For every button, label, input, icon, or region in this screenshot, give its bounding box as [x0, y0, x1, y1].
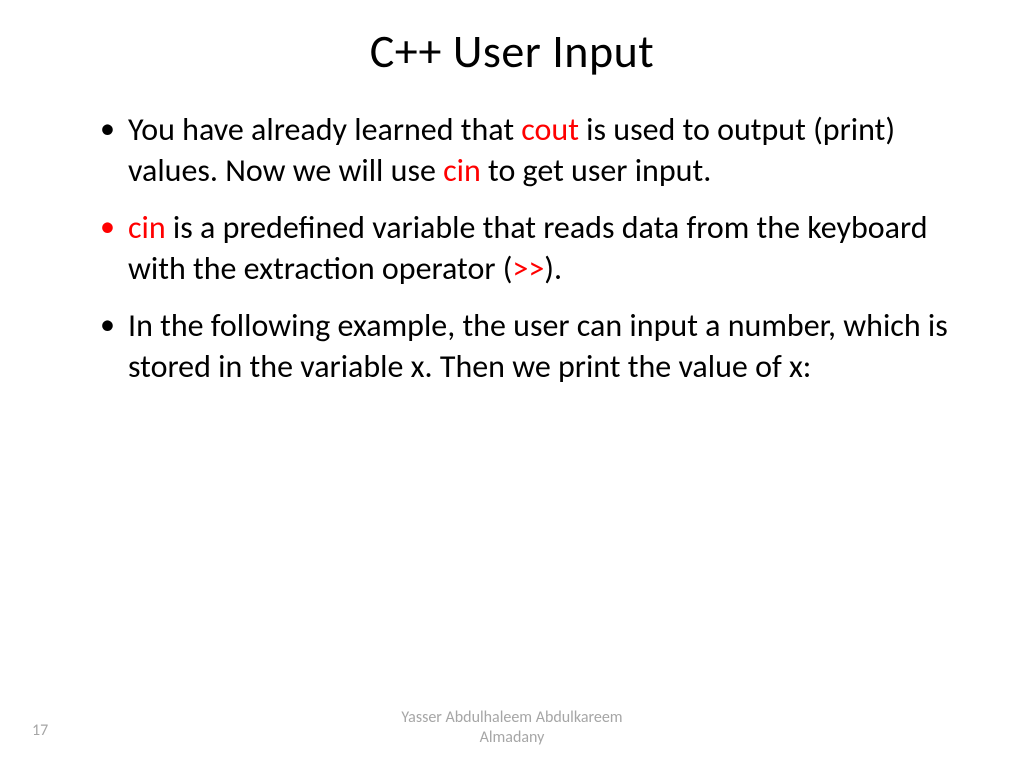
- keyword-cin: cin: [128, 208, 166, 247]
- slide: C++ User Input You have already learned …: [0, 0, 1024, 768]
- page-number: 17: [32, 721, 48, 740]
- bullet-item-3: In the following example, the user can i…: [100, 306, 959, 388]
- author-line: Yasser Abdulhaleem Abdulkareem: [0, 708, 1024, 728]
- operator-extraction: >>: [512, 249, 544, 288]
- author-line: Almadany: [0, 728, 1024, 748]
- keyword-cout: cout: [521, 110, 579, 149]
- text-run: ).: [544, 249, 562, 288]
- slide-content: You have already learned that cout is us…: [0, 80, 1024, 388]
- slide-title: C++ User Input: [0, 0, 1024, 80]
- text-run: You have already learned that: [128, 110, 521, 149]
- slide-footer: 17 Yasser Abdulhaleem Abdulkareem Almada…: [0, 708, 1024, 748]
- text-run: In the following example, the user can i…: [128, 306, 948, 386]
- text-run: to get user input.: [481, 151, 711, 190]
- author-credit: Yasser Abdulhaleem Abdulkareem Almadany: [0, 708, 1024, 748]
- bullet-item-1: You have already learned that cout is us…: [100, 110, 959, 192]
- keyword-cin: cin: [443, 151, 481, 190]
- bullet-item-2: cin is a predefined variable that reads …: [100, 208, 959, 290]
